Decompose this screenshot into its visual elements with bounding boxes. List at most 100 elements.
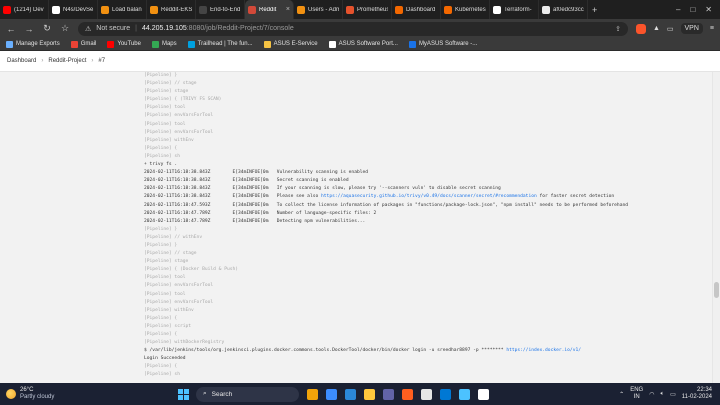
browser-tab[interactable]: Kubernetes <box>441 0 490 19</box>
taskbar-apps <box>307 388 489 400</box>
vpn-button[interactable]: VPN <box>680 23 703 34</box>
console-line: 2024-02-11T16:18:47.593Z E[34mINFOE[0m T… <box>144 202 628 208</box>
bookmark-icon[interactable]: ☆ <box>60 23 70 34</box>
tab-label: Reddit-EKS <box>161 6 192 13</box>
console-line: [Pipeline] tool <box>144 291 186 297</box>
taskbar-app-icon[interactable] <box>326 388 337 400</box>
taskbar-search[interactable]: ⌕ Search <box>196 386 299 402</box>
bookmark-item[interactable]: Trailhead | The fun... <box>187 40 253 48</box>
page-scrollbar[interactable] <box>712 72 720 383</box>
bookmark-label: ASUS Software Port... <box>338 41 398 47</box>
back-icon[interactable]: ← <box>6 24 16 34</box>
taskbar-app-icon[interactable] <box>421 388 432 400</box>
extensions-icon[interactable]: ▲ <box>653 25 660 32</box>
tab-close-icon[interactable]: × <box>286 6 290 13</box>
taskbar-app-icon[interactable] <box>364 388 375 400</box>
tab-favicon-icon <box>101 5 109 14</box>
warning-icon: ⚠ <box>85 25 92 33</box>
console-line: $ /var/lib/jenkins/tools/org.jenkinsci.p… <box>144 348 581 354</box>
tab-label: Terraform- <box>504 6 532 13</box>
bookmark-item[interactable]: ASUS Software Port... <box>328 40 398 48</box>
console-line: 2024-02-11T16:18:47.789Z E[34mINFOE[0m D… <box>144 218 366 224</box>
taskbar-app-icon[interactable] <box>345 388 356 400</box>
wifi-icon[interactable]: ◠ <box>649 391 654 398</box>
tab-label: (1214) Dev <box>14 6 44 13</box>
browser-tab[interactable]: Prometheus <box>343 0 392 19</box>
taskbar-app-icon[interactable] <box>459 388 470 400</box>
bookmark-item[interactable]: ASUS E-Service <box>263 40 318 48</box>
browser-tab[interactable]: Dashboard <box>392 0 441 19</box>
bookmark-item[interactable]: YouTube <box>107 40 141 48</box>
weather-widget[interactable]: 26°C Partly cloudy <box>0 387 150 401</box>
bookmark-item[interactable]: Manage Exports <box>6 40 60 48</box>
clock[interactable]: 22:34 11-02-2024 <box>682 387 712 401</box>
bookmark-favicon-icon <box>328 40 336 48</box>
language-indicator[interactable]: ENG IN <box>630 387 643 401</box>
browser-tab[interactable]: Reddit × <box>245 0 294 19</box>
bookmark-favicon-icon <box>107 40 115 48</box>
breadcrumb: Dashboard › Reddit-Project › #7 <box>0 51 720 72</box>
console-line: [Pipeline] stage <box>144 259 189 265</box>
breadcrumb-build[interactable]: #7 <box>98 58 105 64</box>
console-line: [Pipeline] withDockerRegistry <box>144 340 225 346</box>
taskbar-app-icon[interactable] <box>383 388 394 400</box>
bookmark-label: ASUS E-Service <box>273 41 318 47</box>
bookmark-item[interactable]: Maps <box>151 40 177 48</box>
taskbar-app-icon[interactable] <box>440 388 451 400</box>
tab-favicon-icon <box>395 5 403 14</box>
bookmark-favicon-icon <box>263 40 271 48</box>
new-tab-icon[interactable]: + <box>588 5 601 15</box>
console-line: [Pipeline] envVarsForTool <box>144 129 214 135</box>
console-line: [Pipeline] withEnv <box>144 307 194 313</box>
breadcrumb-project[interactable]: Reddit-Project <box>48 58 86 64</box>
chevron-up-icon[interactable]: ⌃ <box>619 391 624 398</box>
console-line: [Pipeline] { <box>144 364 178 370</box>
windows-start-icon[interactable] <box>178 388 189 400</box>
bookmark-item[interactable]: MyASUS Software -... <box>408 40 477 48</box>
brave-shields-icon[interactable] <box>635 23 646 34</box>
chevron-right-icon: › <box>91 58 94 64</box>
minimize-icon[interactable]: – <box>676 5 680 14</box>
breadcrumb-dashboard[interactable]: Dashboard <box>7 58 36 64</box>
tab-favicon-icon <box>52 5 60 14</box>
browser-tab[interactable]: (1214) Dev <box>0 0 49 19</box>
tab-favicon-icon <box>199 5 207 14</box>
maximize-icon[interactable]: □ <box>690 5 695 14</box>
console-line: [Pipeline] tool <box>144 121 186 127</box>
browser-tab[interactable]: af0edc93cc <box>539 0 588 19</box>
browser-tab[interactable]: Users - Adm <box>294 0 343 19</box>
console-line: [Pipeline] tool <box>144 105 186 111</box>
console-line: 2024-02-11T16:18:47.789Z E[34mINFOE[0m N… <box>144 210 377 216</box>
battery-icon[interactable]: ▭ <box>670 391 676 398</box>
tab-label: Users - Adm <box>308 6 339 13</box>
browser-tab[interactable]: Load balan <box>98 0 147 19</box>
console-line: [Pipeline] } <box>144 73 178 78</box>
bookmark-item[interactable]: Gmail <box>70 40 96 48</box>
close-window-icon[interactable]: ✕ <box>705 5 712 14</box>
scroll-thumb[interactable] <box>714 282 719 298</box>
browser-tab[interactable]: End-to-End <box>196 0 245 19</box>
share-icon[interactable]: ⇪ <box>615 25 621 33</box>
browser-tab[interactable]: Terraform- <box>490 0 539 19</box>
browser-tab[interactable]: N4s/DevSe <box>49 0 98 19</box>
search-icon: ⌕ <box>203 390 207 397</box>
console-line: [Pipeline] // withEnv <box>144 234 203 240</box>
weather-condition: Partly cloudy <box>20 394 55 400</box>
browser-tab[interactable]: Reddit-EKS <box>147 0 196 19</box>
taskbar-app-icon[interactable] <box>478 388 489 400</box>
tab-favicon-icon <box>444 5 452 14</box>
forward-icon[interactable]: → <box>24 24 34 34</box>
speaker-icon[interactable]: 🔈︎ <box>660 391 664 398</box>
console-link[interactable]: https://aquasecurity.github.io/trivy/v0.… <box>321 194 537 199</box>
taskbar: 26°C Partly cloudy ⌕ Search ⌃ ENG IN ◠ 🔈… <box>0 383 720 405</box>
menu-icon[interactable]: ≡ <box>710 25 714 32</box>
console-link[interactable]: https://index.docker.io/v1/ <box>506 348 581 353</box>
reload-icon[interactable]: ↻ <box>42 23 52 34</box>
sidebar-icon[interactable]: ▭ <box>667 25 674 33</box>
address-bar[interactable]: ⚠ Not secure | 44.205.19.105:8080/job/Re… <box>78 21 628 36</box>
tab-label: Kubernetes <box>455 6 486 13</box>
chevron-right-icon: › <box>41 58 44 64</box>
taskbar-app-icon[interactable] <box>307 388 318 400</box>
console-line: [Pipeline] withEnv <box>144 137 194 143</box>
taskbar-app-icon[interactable] <box>402 388 413 400</box>
